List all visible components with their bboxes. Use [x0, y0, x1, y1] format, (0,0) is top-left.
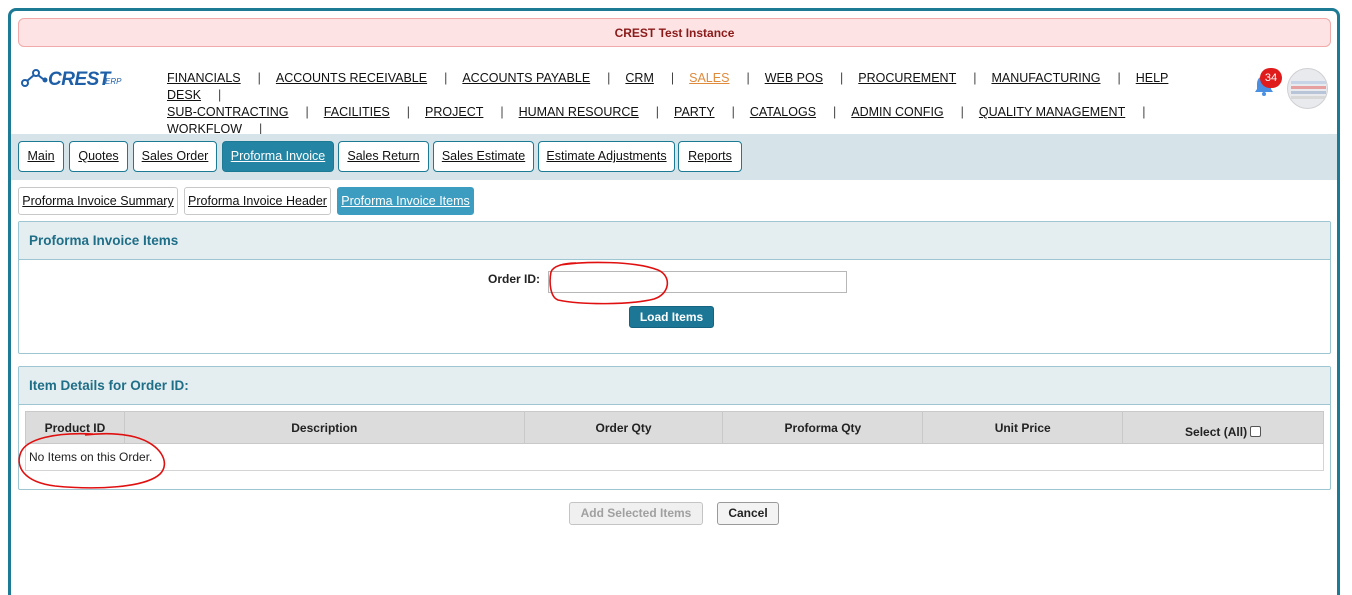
logo-subtext: ERP: [105, 77, 122, 86]
logo-text: CREST: [48, 69, 110, 90]
nav-web-pos[interactable]: WEB POS: [765, 71, 823, 85]
tab-estimate-adjustments[interactable]: Estimate Adjustments: [538, 141, 675, 172]
nav-human-resource[interactable]: HUMAN RESOURCE: [519, 105, 639, 119]
nav-accounts-payable[interactable]: ACCOUNTS PAYABLE: [462, 71, 590, 85]
nav-project[interactable]: PROJECT: [425, 105, 483, 119]
subtab-proforma-invoice-header[interactable]: Proforma Invoice Header: [184, 187, 331, 215]
tab-sales-estimate[interactable]: Sales Estimate: [433, 141, 534, 172]
nav-catalogs[interactable]: CATALOGS: [750, 105, 816, 119]
nav-separator: |: [218, 88, 222, 102]
tab-reports[interactable]: Reports: [678, 141, 742, 172]
nav-manufacturing[interactable]: MANUFACTURING: [991, 71, 1100, 85]
col-order-qty: Order Qty: [523, 411, 724, 444]
add-selected-items-button[interactable]: Add Selected Items: [569, 502, 703, 525]
nav-separator: |: [655, 105, 660, 119]
crest-erp-logo[interactable]: CREST ERP: [20, 64, 125, 94]
nav-separator: |: [840, 71, 844, 85]
nav-separator: |: [305, 105, 309, 119]
nav-separator: |: [257, 71, 261, 85]
nav-separator: |: [1142, 105, 1146, 119]
proforma-items-panel-title: Proforma Invoice Items: [19, 222, 1330, 260]
logo-molecule-icon: [21, 69, 48, 87]
nav-separator: |: [731, 105, 735, 119]
table-row: No Items on this Order.: [25, 443, 1324, 471]
cancel-button[interactable]: Cancel: [717, 502, 779, 525]
col-description: Description: [123, 411, 525, 444]
col-unit-price: Unit Price: [922, 411, 1124, 444]
nav-accounts-receivable[interactable]: ACCOUNTS RECEIVABLE: [276, 71, 427, 85]
select-all-label: Select (All): [1185, 424, 1248, 439]
nav-separator: |: [973, 71, 977, 85]
main-nav: FINANCIALS | ACCOUNTS RECEIVABLE | ACCOUNTS …: [167, 70, 1227, 138]
nav-financials[interactable]: FINANCIALS: [167, 71, 241, 85]
col-select-all: Select (All): [1122, 411, 1324, 444]
nav-separator: |: [500, 105, 504, 119]
tab-main[interactable]: Main: [18, 141, 64, 172]
nav-separator: |: [607, 71, 611, 85]
tab-sales-return[interactable]: Sales Return: [338, 141, 429, 172]
tab-quotes[interactable]: Quotes: [69, 141, 128, 172]
notification-count-badge: 34: [1260, 68, 1282, 88]
order-id-label: Order ID:: [488, 272, 541, 286]
nav-separator: |: [444, 71, 448, 85]
select-all-checkbox[interactable]: [1250, 425, 1262, 437]
nav-separator: |: [1117, 71, 1121, 85]
items-table-header: Product ID Description Order Qty Proform…: [25, 411, 1324, 444]
nav-separator: |: [960, 105, 964, 119]
order-id-input[interactable]: [548, 271, 847, 293]
nav-separator: |: [833, 105, 837, 119]
nav-procurement[interactable]: PROCUREMENT: [858, 71, 956, 85]
nav-facilities[interactable]: FACILITIES: [324, 105, 390, 119]
col-product-id: Product ID: [25, 411, 125, 444]
nav-admin-config[interactable]: ADMIN CONFIG: [851, 105, 943, 119]
col-proforma-qty: Proforma Qty: [722, 411, 924, 444]
load-items-button[interactable]: Load Items: [629, 306, 714, 328]
nav-separator: |: [670, 71, 675, 85]
item-details-panel-title: Item Details for Order ID:: [19, 367, 1330, 405]
nav-separator: |: [406, 105, 411, 119]
user-avatar[interactable]: [1287, 68, 1328, 109]
nav-quality-management[interactable]: QUALITY MANAGEMENT: [979, 105, 1125, 119]
items-table: Product ID Description Order Qty Proform…: [25, 411, 1324, 471]
subtab-proforma-invoice-items[interactable]: Proforma Invoice Items: [337, 187, 474, 215]
nav-party[interactable]: PARTY: [674, 105, 715, 119]
tab-proforma-invoice[interactable]: Proforma Invoice: [222, 141, 334, 172]
instance-banner: CREST Test Instance: [18, 18, 1331, 47]
subtab-proforma-invoice-summary[interactable]: Proforma Invoice Summary: [18, 187, 178, 215]
nav-crm[interactable]: CRM: [625, 71, 653, 85]
empty-message: No Items on this Order.: [25, 443, 1324, 471]
nav-separator: |: [746, 71, 750, 85]
nav-sub-contracting[interactable]: SUB-CONTRACTING: [167, 105, 289, 119]
tab-sales-order[interactable]: Sales Order: [133, 141, 217, 172]
nav-sales[interactable]: SALES: [689, 71, 729, 85]
